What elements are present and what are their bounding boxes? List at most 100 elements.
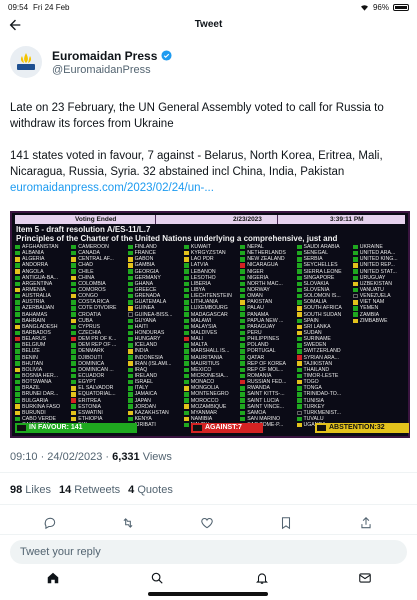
reply-input[interactable]: Tweet your reply <box>10 540 407 564</box>
vote-marker <box>183 373 189 379</box>
likes-label: Likes <box>22 484 51 496</box>
country-name: JORDAN <box>134 403 156 410</box>
vote-marker <box>240 318 246 323</box>
vote-marker <box>240 263 246 268</box>
country-name: HUNGARY <box>134 336 161 343</box>
retweets-stat[interactable]: 14 Retweets <box>59 484 120 496</box>
country-name: CHINA <box>78 274 95 281</box>
vote-marker <box>71 324 77 330</box>
vote-marker <box>15 355 20 360</box>
vote-marker <box>15 367 20 373</box>
avatar[interactable] <box>10 46 42 78</box>
vote-marker <box>127 306 133 311</box>
vote-marker <box>127 281 133 287</box>
country-name: TURKMENIST... <box>303 409 341 416</box>
vote-marker <box>183 318 189 323</box>
country-name: KYRGYZSTAN <box>190 250 226 257</box>
vote-marker <box>240 349 246 354</box>
mail-icon[interactable] <box>358 571 372 585</box>
country-name: COTE D'IVOIRE <box>78 305 117 312</box>
vote-results-image[interactable]: Voting Ended 2/23/2023 3:39:11 PM Item 5… <box>10 211 410 438</box>
vote-marker <box>296 257 302 262</box>
vote-marker <box>183 416 189 422</box>
vote-marker <box>71 379 77 385</box>
vote-marker <box>127 300 133 305</box>
vote-marker <box>71 336 77 342</box>
vote-marker <box>127 386 133 391</box>
vote-marker <box>296 410 302 416</box>
vote-marker <box>127 293 133 299</box>
vote-marker <box>296 287 302 293</box>
euromaidan-logo-icon <box>17 53 35 70</box>
vote-marker <box>240 312 246 317</box>
vote-marker <box>240 275 246 281</box>
vote-marker <box>296 269 302 274</box>
retweet-icon[interactable] <box>121 516 135 530</box>
vote-marker <box>127 312 133 317</box>
country-name: SLOVENIA <box>303 287 330 294</box>
country-name: RWANDA <box>247 385 270 392</box>
reply-icon[interactable] <box>43 516 57 530</box>
against-label: AGAINST:7 <box>205 424 242 431</box>
tweet-author[interactable]: Euromaidan Press @EuromaidanPress <box>10 44 172 80</box>
country-name: TONGA <box>303 385 322 392</box>
search-icon[interactable] <box>150 571 164 585</box>
vote-marker <box>240 306 246 311</box>
bookmark-icon[interactable] <box>279 516 293 530</box>
country-name: BRAZIL <box>22 385 41 392</box>
country-name: INDONESIA <box>134 354 164 361</box>
vote-marker <box>127 355 133 360</box>
likes-stat[interactable]: 98 Likes <box>10 484 51 496</box>
country-name: CUBA <box>78 317 93 324</box>
in-favour-label: IN FAVOUR: 141 <box>29 424 83 431</box>
vote-marker <box>296 355 302 360</box>
country-name: OMAN <box>247 293 263 300</box>
vote-marker <box>352 312 358 317</box>
vote-marker <box>71 330 77 336</box>
share-icon[interactable] <box>359 516 373 530</box>
vote-marker <box>15 392 20 397</box>
country-name: ITALY <box>134 385 149 392</box>
vote-marker <box>352 293 358 299</box>
country-name: DEM REP OF ... <box>78 342 117 349</box>
vote-marker <box>71 244 77 250</box>
status-date: Fri 24 Feb <box>33 2 70 12</box>
country-name: DOMINICA <box>78 360 105 367</box>
tweet-time: 09:10 · 24/02/2023 · <box>10 451 113 463</box>
vote-marker <box>352 281 358 287</box>
vote-marker <box>240 330 246 336</box>
vote-marker <box>296 300 302 305</box>
country-name: REP OF KOREA <box>247 360 287 367</box>
country-name: MICRONESIA... <box>190 373 229 380</box>
vote-marker <box>183 306 189 311</box>
vote-marker <box>71 318 77 323</box>
country-name: GEORGIA <box>134 268 159 275</box>
vote-title: Principles of the Charter of the United … <box>16 234 338 243</box>
vote-marker <box>296 349 302 354</box>
heart-icon[interactable] <box>200 516 214 530</box>
home-icon[interactable] <box>46 571 60 585</box>
quotes-stat[interactable]: 4 Quotes <box>128 484 173 496</box>
vote-marker <box>15 410 20 416</box>
vote-marker <box>352 275 358 281</box>
vote-marker <box>183 398 189 403</box>
country-name: BANGLADESH <box>22 323 58 330</box>
country-name: LEBANON <box>190 268 216 275</box>
bell-icon[interactable] <box>255 571 269 585</box>
country-name: CROATIA <box>78 311 101 318</box>
vote-marker <box>296 293 302 299</box>
vote-marker <box>71 361 77 366</box>
vote-marker <box>127 324 133 330</box>
vote-marker <box>352 269 358 274</box>
views-count: 6,331 <box>112 451 140 463</box>
country-name: EGYPT <box>78 379 96 386</box>
vote-status: Voting Ended <box>75 216 117 223</box>
country-name: NORTH MAC... <box>247 280 283 287</box>
country-name: UNITED KING... <box>359 256 398 263</box>
tweet-link[interactable]: euromaidanpress.com/2023/02/24/un-... <box>10 182 214 194</box>
divider <box>0 472 417 473</box>
country-name: GUYANA <box>134 317 157 324</box>
country-name: LIBYA <box>190 287 206 294</box>
vote-marker <box>71 281 77 287</box>
vote-marker <box>71 349 77 354</box>
